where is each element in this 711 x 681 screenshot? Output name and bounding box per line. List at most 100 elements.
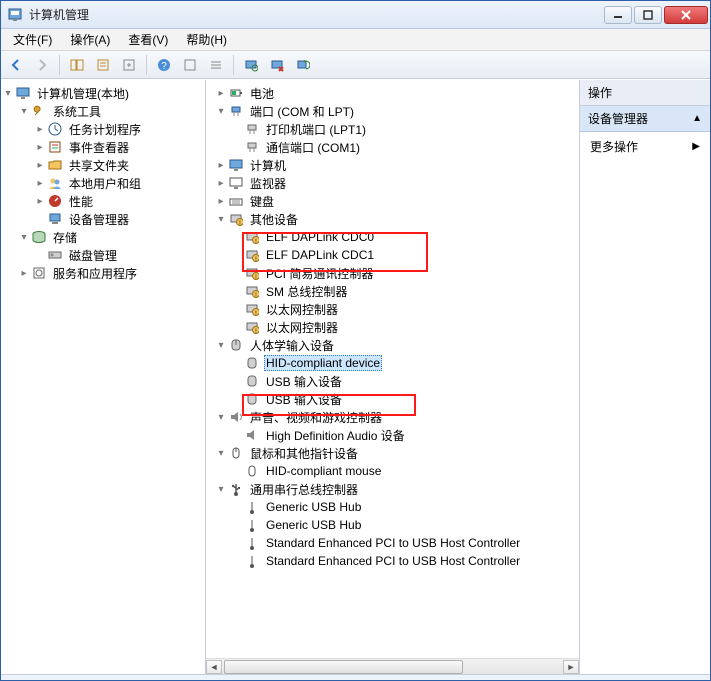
dev-usb-input1[interactable]: USB 输入设备 [230, 372, 579, 390]
titlebar[interactable]: 计算机管理 [1, 1, 710, 29]
dev-usb-root[interactable]: ▾ 通用串行总线控制器 [214, 480, 579, 498]
expander-icon[interactable]: ▾ [214, 410, 228, 424]
dev-hid-compliant[interactable]: HID-compliant device [230, 354, 579, 372]
forward-button[interactable] [31, 54, 53, 76]
tree-local-users[interactable]: ▸ 本地用户和组 [33, 174, 205, 192]
expander-icon[interactable]: ▾ [17, 104, 31, 118]
dev-keyboard[interactable]: ▸ 键盘 [214, 192, 579, 210]
scroll-left-button[interactable]: ◄ [206, 660, 222, 674]
app-icon [7, 7, 23, 23]
dev-printer-port[interactable]: 打印机端口 (LPT1) [230, 120, 579, 138]
tree-event-viewer[interactable]: ▸ 事件查看器 [33, 138, 205, 156]
collapsed-icon[interactable]: ▸ [214, 158, 228, 172]
maximize-button[interactable] [634, 6, 662, 24]
unknown-device-icon: ! [244, 265, 260, 281]
device-tree-pane[interactable]: ▸ 电池 ▾ 端口 (COM 和 LPT) 打印机端口 (LPT1) [206, 80, 580, 674]
dev-mouse-root[interactable]: ▾ 鼠标和其他指针设备 [214, 444, 579, 462]
actions-more[interactable]: 更多操作 ▶ [580, 132, 710, 161]
expander-icon[interactable]: ▾ [1, 86, 15, 100]
computer-icon [228, 157, 244, 173]
dev-battery[interactable]: ▸ 电池 [214, 84, 579, 102]
collapse-icon[interactable]: ▲ [692, 113, 702, 124]
actions-section[interactable]: 设备管理器 ▲ [580, 106, 710, 132]
tree-root[interactable]: ▾ 计算机管理(本地) [1, 84, 205, 102]
tree-storage[interactable]: ▾ 存储 [17, 228, 205, 246]
show-hide-tree-button[interactable] [66, 54, 88, 76]
scroll-track[interactable] [222, 660, 563, 674]
dev-computer[interactable]: ▸ 计算机 [214, 156, 579, 174]
dev-generic-hub1[interactable]: Generic USB Hub [230, 498, 579, 516]
collapsed-icon[interactable]: ▸ [33, 158, 47, 172]
properties-button[interactable] [92, 54, 114, 76]
dev-ports[interactable]: ▾ 端口 (COM 和 LPT) [214, 102, 579, 120]
dev-sm-bus[interactable]: ! SM 总线控制器 [230, 282, 579, 300]
collapsed-icon[interactable]: ▸ [33, 122, 47, 136]
dev-elf-cdc0[interactable]: ! ELF DAPLink CDC0 [230, 228, 579, 246]
dev-hd-audio[interactable]: High Definition Audio 设备 [230, 426, 579, 444]
tree-device-manager[interactable]: 设备管理器 [33, 210, 205, 228]
usb-icon [244, 535, 260, 551]
hid-icon [244, 373, 260, 389]
collapsed-icon[interactable]: ▸ [33, 194, 47, 208]
collapsed-icon[interactable]: ▸ [33, 176, 47, 190]
dev-hid-mouse[interactable]: HID-compliant mouse [230, 462, 579, 480]
dev-generic-hub2[interactable]: Generic USB Hub [230, 516, 579, 534]
dev-hid-root[interactable]: ▾ 人体学输入设备 [214, 336, 579, 354]
collapsed-icon[interactable]: ▸ [214, 86, 228, 100]
tree-performance[interactable]: ▸ 性能 [33, 192, 205, 210]
unknown-device-icon: ! [228, 211, 244, 227]
expander-icon[interactable]: ▾ [214, 482, 228, 496]
scan-hardware-button[interactable] [240, 54, 262, 76]
collapsed-icon[interactable]: ▸ [214, 194, 228, 208]
statusbar [1, 674, 710, 680]
view-detail-button[interactable] [205, 54, 227, 76]
dev-std-host1[interactable]: Standard Enhanced PCI to USB Host Contro… [230, 534, 579, 552]
export-button[interactable] [118, 54, 140, 76]
expander-icon[interactable]: ▾ [214, 446, 228, 460]
tree-shared-folders[interactable]: ▸ 共享文件夹 [33, 156, 205, 174]
expander-icon[interactable]: ▾ [214, 104, 228, 118]
tree-services-apps[interactable]: ▸ 服务和应用程序 [17, 264, 205, 282]
dev-pci-comm[interactable]: ! PCI 简易通讯控制器 [230, 264, 579, 282]
clock-icon [47, 121, 63, 137]
menu-action[interactable]: 操作(A) [62, 29, 118, 50]
scroll-thumb[interactable] [224, 660, 463, 674]
horizontal-scrollbar[interactable]: ◄ ► [206, 658, 579, 674]
performance-icon [47, 193, 63, 209]
window-title: 计算机管理 [29, 6, 604, 23]
dev-audio-root[interactable]: ▾ 声音、视频和游戏控制器 [214, 408, 579, 426]
expander-icon[interactable]: ▾ [214, 212, 228, 226]
update-driver-button[interactable] [292, 54, 314, 76]
dev-eth1[interactable]: ! 以太网控制器 [230, 300, 579, 318]
dev-usb-input2[interactable]: USB 输入设备 [230, 390, 579, 408]
expander-icon[interactable]: ▾ [214, 338, 228, 352]
dev-eth2[interactable]: ! 以太网控制器 [230, 318, 579, 336]
close-button[interactable] [664, 6, 708, 24]
console-tree-pane[interactable]: ▾ 计算机管理(本地) ▾ 系统工具 [1, 80, 206, 674]
users-icon [47, 175, 63, 191]
collapsed-icon[interactable]: ▸ [33, 140, 47, 154]
event-icon [47, 139, 63, 155]
dev-elf-cdc1[interactable]: ! ELF DAPLink CDC1 [230, 246, 579, 264]
port-icon [244, 139, 260, 155]
menu-help[interactable]: 帮助(H) [178, 29, 235, 50]
dev-com-port[interactable]: 通信端口 (COM1) [230, 138, 579, 156]
dev-other-devices[interactable]: ▾ ! 其他设备 [214, 210, 579, 228]
back-button[interactable] [5, 54, 27, 76]
tree-system-tools[interactable]: ▾ 系统工具 [17, 102, 205, 120]
tree-task-scheduler[interactable]: ▸ 任务计划程序 [33, 120, 205, 138]
collapsed-icon[interactable]: ▸ [214, 176, 228, 190]
minimize-button[interactable] [604, 6, 632, 24]
uninstall-button[interactable] [266, 54, 288, 76]
menu-file[interactable]: 文件(F) [5, 29, 60, 50]
dev-monitor[interactable]: ▸ 监视器 [214, 174, 579, 192]
port-icon [228, 103, 244, 119]
collapsed-icon[interactable]: ▸ [17, 266, 31, 280]
view-large-button[interactable] [179, 54, 201, 76]
scroll-right-button[interactable]: ► [563, 660, 579, 674]
expander-icon[interactable]: ▾ [17, 230, 31, 244]
help-button[interactable]: ? [153, 54, 175, 76]
tree-disk-management[interactable]: 磁盘管理 [33, 246, 205, 264]
dev-std-host2[interactable]: Standard Enhanced PCI to USB Host Contro… [230, 552, 579, 570]
menu-view[interactable]: 查看(V) [120, 29, 176, 50]
